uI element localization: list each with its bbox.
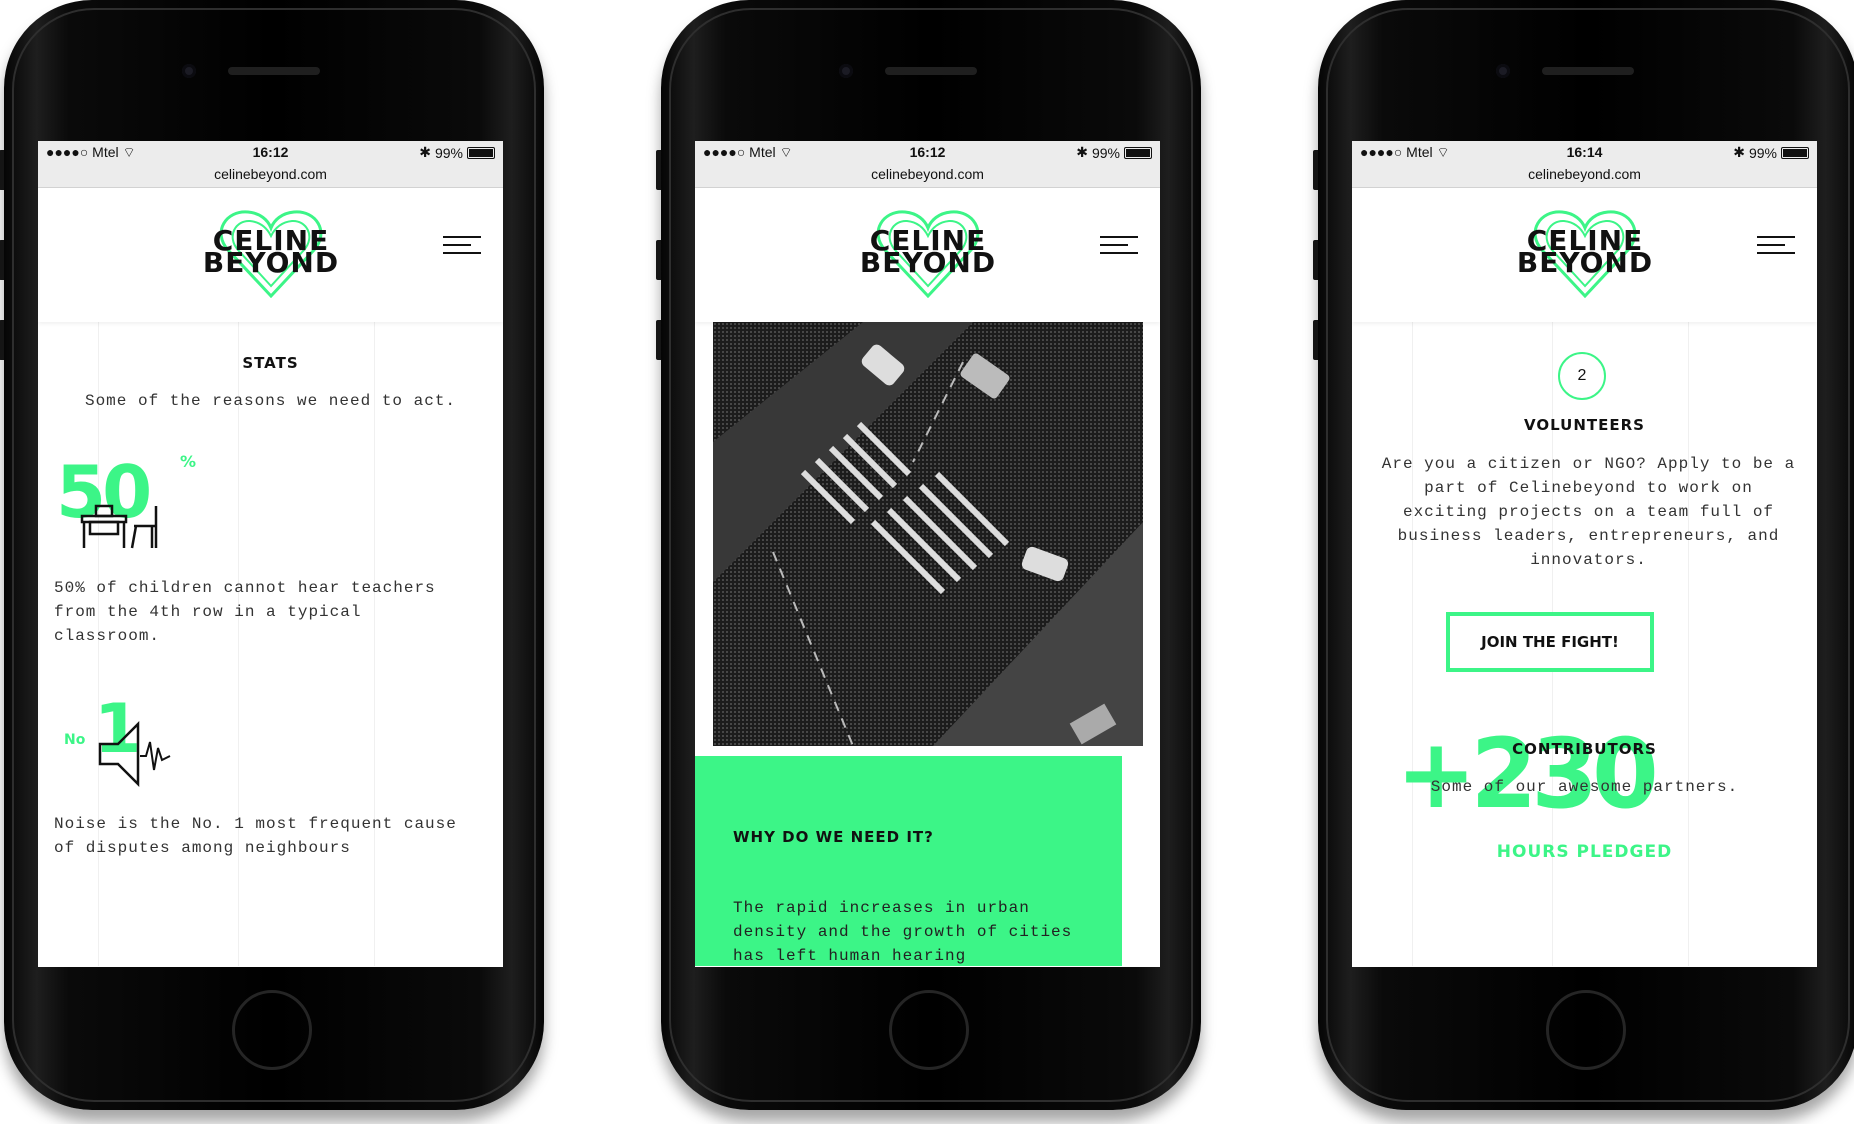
desk-chair-icon bbox=[80, 504, 158, 549]
aerial-street-illustration bbox=[713, 322, 1143, 746]
celine-beyond-logo[interactable]: CELINE BEYOND bbox=[186, 208, 356, 299]
status-right: ✱ 99% bbox=[1076, 144, 1152, 161]
front-camera bbox=[839, 64, 853, 78]
volunteers-title: VOLUNTEERS bbox=[1524, 416, 1645, 434]
hamburger-menu-icon[interactable] bbox=[1100, 236, 1138, 260]
phone-screen: ●●●●○ Mtel ⌔ 16:14 ✱ 99% celinebeyond.com… bbox=[1352, 141, 1817, 967]
battery-icon bbox=[1124, 146, 1152, 159]
earpiece-speaker bbox=[1542, 67, 1634, 75]
url-bar[interactable]: celinebeyond.com bbox=[1352, 165, 1817, 188]
stats-section: STATS Some of the reasons we need to act… bbox=[38, 322, 503, 966]
contributors-title: CONTRIBUTORS bbox=[1512, 740, 1657, 758]
volunteers-text: Are you a citizen or NGO? Apply to be a … bbox=[1381, 455, 1796, 569]
why-card: WHY DO WE NEED IT? The rapid increases i… bbox=[695, 756, 1122, 966]
hamburger-menu-icon[interactable] bbox=[1757, 236, 1795, 260]
why-title: WHY DO WE NEED IT? bbox=[733, 828, 934, 846]
status-right: ✱ 99% bbox=[1733, 144, 1809, 161]
stat-50-graphic: 50 % bbox=[56, 452, 196, 552]
bluetooth-icon: ✱ bbox=[1076, 144, 1088, 160]
phone-screen: ●●●●○ Mtel ⌔ 16:12 ✱ 99% celinebeyond.com… bbox=[695, 141, 1160, 967]
bluetooth-icon: ✱ bbox=[1733, 144, 1745, 160]
front-camera bbox=[182, 64, 196, 78]
battery-icon bbox=[467, 146, 495, 159]
stat-no1-graphic: No 1 bbox=[64, 690, 184, 792]
aerial-crosswalk-image bbox=[713, 322, 1143, 746]
stat-no1-text: Noise is the No. 1 most frequent cause o… bbox=[54, 815, 457, 857]
step-number-badge: 2 bbox=[1558, 352, 1606, 400]
status-bar: ●●●●○ Mtel ⌔ 16:14 ✱ 99% bbox=[1352, 141, 1817, 165]
phone-volunteers: ●●●●○ Mtel ⌔ 16:14 ✱ 99% celinebeyond.com… bbox=[1313, 0, 1854, 1110]
phone-screen: ●●●●○ Mtel ⌔ 16:12 ✱ 99% celinebeyond.com… bbox=[38, 141, 503, 967]
status-bar: ●●●●○ Mtel ⌔ 16:12 ✱ 99% bbox=[38, 141, 503, 165]
site-header: CELINE BEYOND bbox=[1352, 188, 1817, 322]
logo-wordmark: CELINE BEYOND bbox=[202, 224, 340, 279]
front-camera bbox=[1496, 64, 1510, 78]
battery-percent: 99% bbox=[434, 144, 463, 161]
hours-number: +230 bbox=[1396, 718, 1659, 830]
contributors-subtitle: Some of our awesome partners. bbox=[1430, 778, 1739, 796]
volunteers-section: 2 VOLUNTEERS Are you a citizen or NGO? A… bbox=[1352, 322, 1817, 966]
logo-wordmark: CELINE BEYOND bbox=[1516, 224, 1654, 279]
why-text: The rapid increases in urban density and… bbox=[733, 899, 1073, 965]
home-button[interactable] bbox=[232, 990, 312, 1070]
join-the-fight-button[interactable]: JOIN THE FIGHT! bbox=[1446, 612, 1654, 672]
stats-subtitle: Some of the reasons we need to act. bbox=[84, 392, 457, 410]
battery-icon bbox=[1781, 146, 1809, 159]
stat-unit: % bbox=[180, 452, 197, 471]
why-section: WHY DO WE NEED IT? The rapid increases i… bbox=[695, 322, 1160, 966]
celine-beyond-logo[interactable]: CELINE BEYOND bbox=[843, 208, 1013, 299]
home-button[interactable] bbox=[889, 990, 969, 1070]
battery-percent: 99% bbox=[1091, 144, 1120, 161]
hours-label: HOURS PLEDGED bbox=[1496, 842, 1673, 862]
site-header: CELINE BEYOND bbox=[38, 188, 503, 322]
battery-percent: 99% bbox=[1748, 144, 1777, 161]
bluetooth-icon: ✱ bbox=[419, 144, 431, 160]
hamburger-menu-icon[interactable] bbox=[443, 236, 481, 260]
stat-50-text: 50% of children cannot hear teachers fro… bbox=[54, 579, 436, 645]
logo-wordmark: CELINE BEYOND bbox=[859, 224, 997, 279]
phone-why: ●●●●○ Mtel ⌔ 16:12 ✱ 99% celinebeyond.com… bbox=[656, 0, 1201, 1110]
status-right: ✱ 99% bbox=[419, 144, 495, 161]
earpiece-speaker bbox=[885, 67, 977, 75]
status-bar: ●●●●○ Mtel ⌔ 16:12 ✱ 99% bbox=[695, 141, 1160, 165]
celine-beyond-logo[interactable]: CELINE BEYOND bbox=[1500, 208, 1670, 299]
stats-title: STATS bbox=[242, 354, 299, 372]
phone-stats: ●●●●○ Mtel ⌔ 16:12 ✱ 99% celinebeyond.com… bbox=[0, 0, 544, 1110]
speaker-noise-icon bbox=[98, 720, 171, 788]
earpiece-speaker bbox=[228, 67, 320, 75]
site-header: CELINE BEYOND bbox=[695, 188, 1160, 322]
url-bar[interactable]: celinebeyond.com bbox=[38, 165, 503, 188]
home-button[interactable] bbox=[1546, 990, 1626, 1070]
url-bar[interactable]: celinebeyond.com bbox=[695, 165, 1160, 188]
